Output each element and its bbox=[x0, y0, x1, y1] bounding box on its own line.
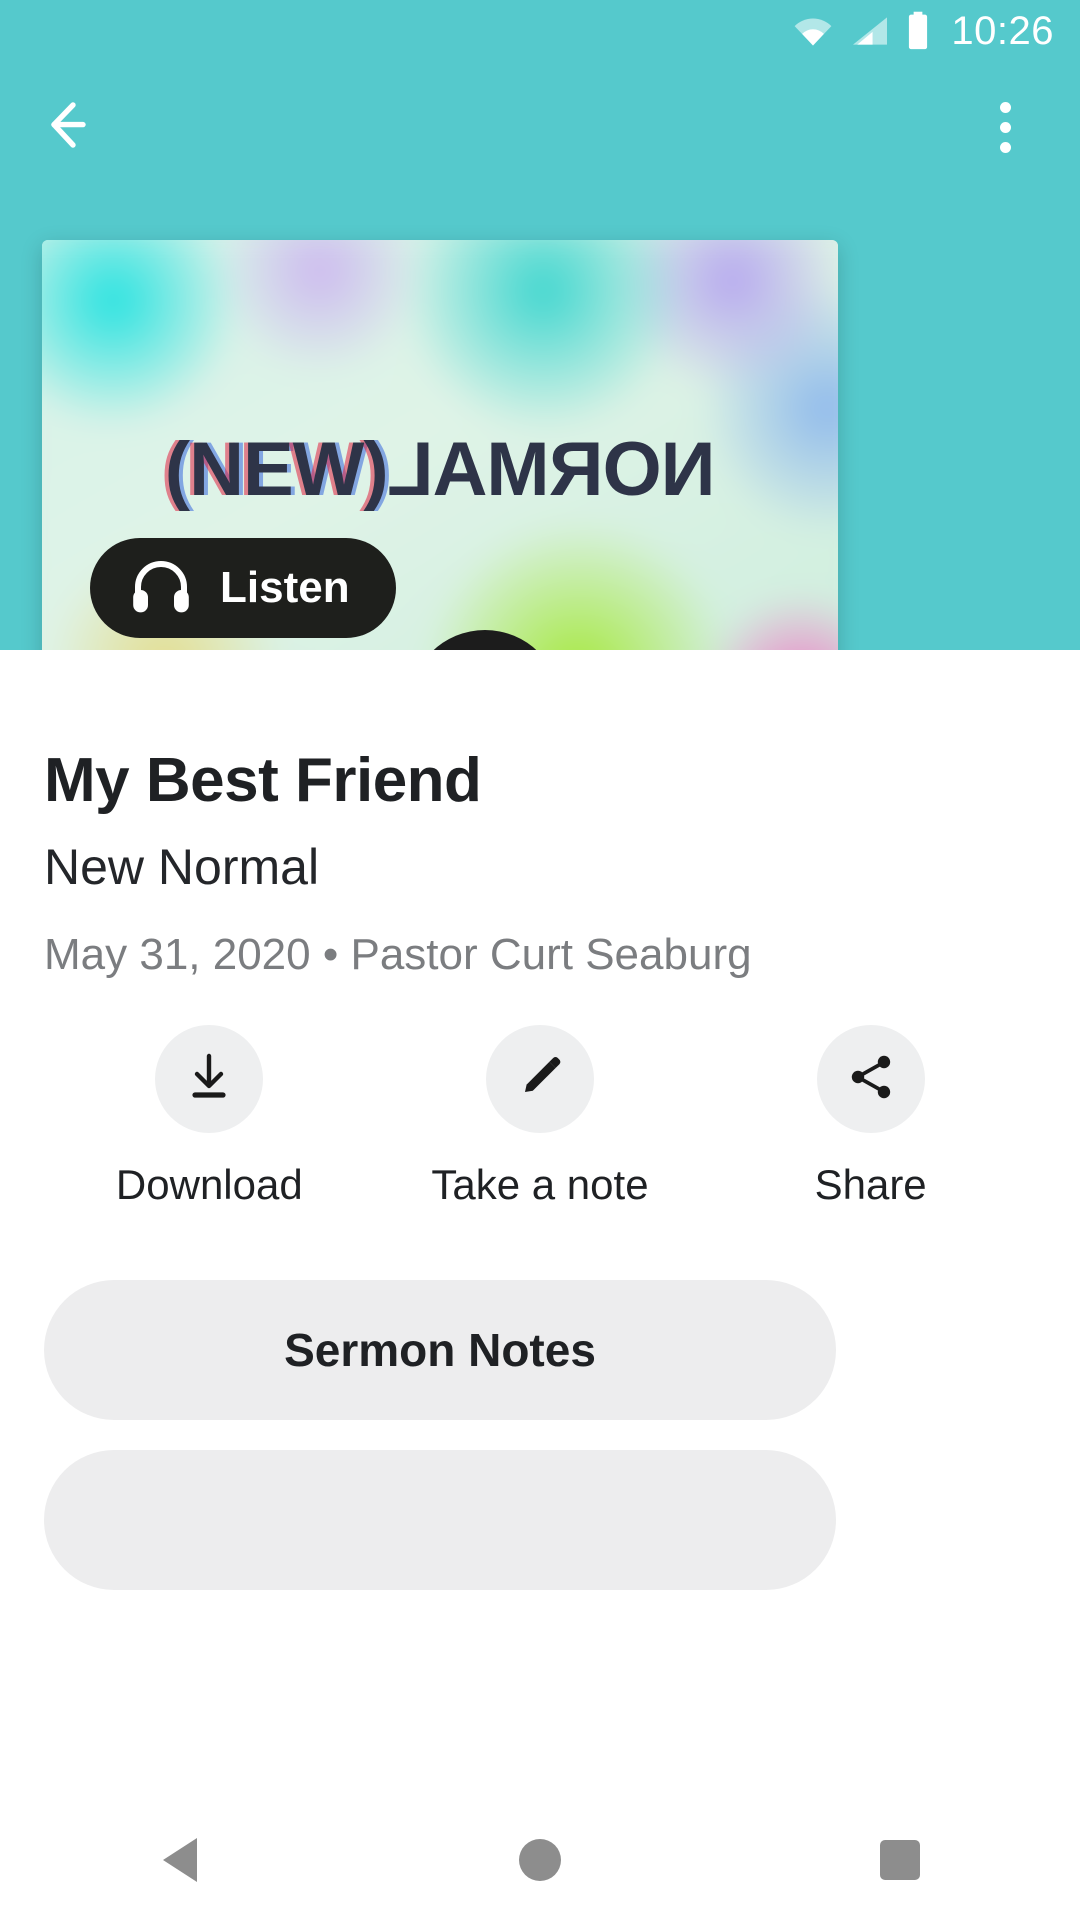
nav-back-icon bbox=[163, 1838, 197, 1882]
content-sheet: My Best Friend New Normal May 31, 2020 •… bbox=[0, 650, 1080, 1920]
status-bar-clock: 10:26 bbox=[951, 9, 1054, 53]
nav-recents-icon bbox=[880, 1840, 920, 1880]
pencil-icon bbox=[515, 1052, 565, 1107]
share-icon bbox=[845, 1051, 897, 1108]
take-a-note-label: Take a note bbox=[431, 1161, 649, 1208]
nav-back-button[interactable] bbox=[80, 1800, 280, 1920]
secondary-action-button[interactable] bbox=[44, 1450, 836, 1590]
nav-home-icon bbox=[519, 1839, 561, 1881]
artwork-title-normal: NORMAL bbox=[387, 427, 716, 512]
action-row: Download Take a note Share bbox=[44, 1025, 1036, 1209]
artwork-title-new: (NEW) bbox=[164, 427, 389, 512]
nav-recents-button[interactable] bbox=[800, 1800, 1000, 1920]
overflow-menu-button[interactable] bbox=[970, 92, 1040, 162]
battery-icon bbox=[905, 11, 931, 51]
artwork-title: (NEW)NORMAL bbox=[42, 426, 838, 513]
headphones-icon bbox=[130, 557, 192, 620]
download-label: Download bbox=[115, 1161, 303, 1208]
overflow-menu-icon-dot2 bbox=[999, 121, 1011, 133]
app-bar bbox=[0, 62, 1080, 192]
share-action[interactable]: Share bbox=[751, 1025, 991, 1209]
listen-button-label: Listen bbox=[220, 563, 350, 612]
download-icon bbox=[182, 1050, 236, 1109]
take-a-note-button[interactable] bbox=[485, 1025, 594, 1133]
episode-meta: May 31, 2020 • Pastor Curt Seaburg bbox=[44, 930, 752, 979]
status-bar: 10:26 bbox=[0, 0, 1080, 62]
android-navigation-bar bbox=[0, 1800, 1080, 1920]
nav-home-button[interactable] bbox=[440, 1800, 640, 1920]
cellular-signal-icon bbox=[849, 14, 891, 48]
download-button[interactable] bbox=[155, 1025, 264, 1133]
overflow-menu-icon bbox=[999, 101, 1011, 113]
sermon-notes-button[interactable]: Sermon Notes bbox=[44, 1280, 836, 1420]
download-action[interactable]: Download bbox=[89, 1025, 329, 1209]
page-title: My Best Friend bbox=[44, 746, 482, 815]
take-a-note-action[interactable]: Take a note bbox=[420, 1025, 660, 1209]
back-button[interactable] bbox=[42, 92, 112, 162]
series-name: New Normal bbox=[44, 839, 320, 895]
wifi-icon bbox=[791, 14, 835, 48]
share-label: Share bbox=[814, 1161, 927, 1208]
back-arrow-icon bbox=[46, 97, 108, 158]
overflow-menu-icon-dot3 bbox=[999, 141, 1011, 153]
media-thumbnail-card[interactable]: (NEW)NORMAL Listen bbox=[42, 240, 838, 695]
share-button[interactable] bbox=[816, 1025, 925, 1133]
sermon-notes-label: Sermon Notes bbox=[284, 1324, 596, 1376]
listen-button[interactable]: Listen bbox=[90, 538, 396, 638]
